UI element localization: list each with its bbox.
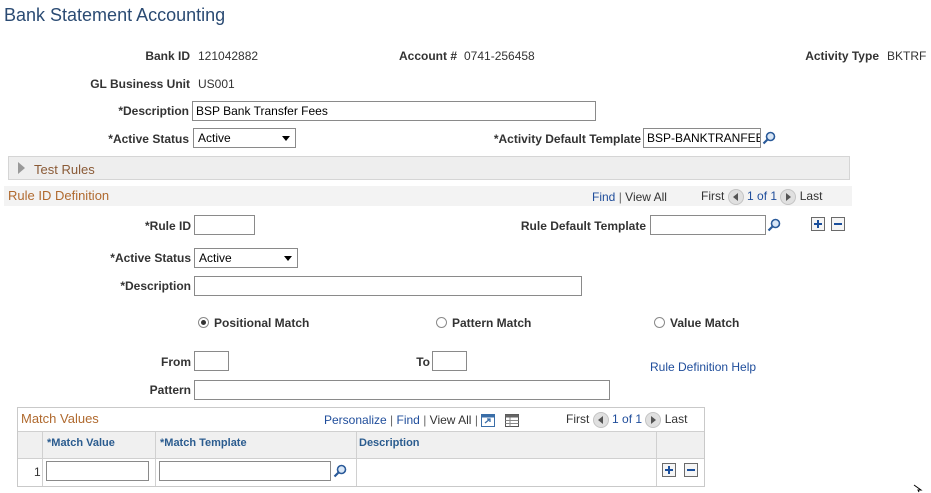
nav-separator: | <box>390 413 394 427</box>
gl-business-unit-value: US001 <box>198 77 235 91</box>
active-status-label: *Active Status <box>108 132 189 146</box>
page-title: Bank Statement Accounting <box>4 5 226 25</box>
prev-icon[interactable] <box>592 412 609 428</box>
pattern-match-radio[interactable] <box>436 317 447 328</box>
description-label: *Description <box>118 104 189 118</box>
from-field[interactable] <box>194 351 229 371</box>
nav-separator: | <box>474 413 478 427</box>
bank-id-label: Bank ID <box>145 49 190 63</box>
rule-description-label: *Description <box>120 279 191 293</box>
rule-range: 1 of 1 <box>747 189 778 204</box>
lookup-icon[interactable] <box>767 218 781 232</box>
match-template-field[interactable] <box>159 461 331 481</box>
download-grid-icon[interactable] <box>504 414 519 428</box>
rule-definition-help-link[interactable]: Rule Definition Help <box>650 360 756 374</box>
grid-divider <box>42 431 43 486</box>
description-field[interactable]: BSP Bank Transfer Fees <box>192 101 596 121</box>
rule-description-field[interactable] <box>194 276 582 296</box>
rule-section-title: Rule ID Definition <box>8 188 110 203</box>
account-value: 0741-256458 <box>464 49 535 63</box>
grid-range: 1 of 1 <box>612 412 643 427</box>
rule-active-status-select[interactable]: Active <box>194 248 298 268</box>
nav-separator: | <box>618 190 622 204</box>
rule-active-status-value: Active <box>199 251 232 265</box>
rule-last-label: Last <box>799 189 823 204</box>
rule-template-label: Rule Default Template <box>520 219 646 233</box>
nav-separator: | <box>423 413 427 427</box>
activity-type-value: BKTRF <box>887 49 927 63</box>
chevron-down-icon <box>284 256 292 261</box>
prev-icon[interactable] <box>727 189 744 205</box>
positional-match-radio[interactable] <box>198 317 209 328</box>
active-status-select[interactable]: Active <box>193 128 296 148</box>
pattern-label: Pattern <box>149 383 191 397</box>
rule-id-field[interactable] <box>194 215 255 235</box>
positional-match-label[interactable]: Positional Match <box>214 316 309 330</box>
rule-id-label: *Rule ID <box>144 219 191 233</box>
add-row-icon[interactable] <box>811 217 825 231</box>
col-description[interactable]: Description <box>359 437 420 449</box>
delete-row-icon[interactable] <box>831 217 845 231</box>
pattern-match-label[interactable]: Pattern Match <box>452 316 531 330</box>
activity-template-label: *Activity Default Template <box>493 132 641 146</box>
bank-id-value: 121042882 <box>198 49 259 63</box>
rule-find-link[interactable]: Find <box>592 190 615 204</box>
match-values-toolbar: Personalize | Find | View All | <box>324 413 519 428</box>
match-values-title: Match Values <box>21 411 99 426</box>
gl-business-unit-label: GL Business Unit <box>90 77 190 91</box>
activity-template-field[interactable]: BSP-BANKTRANFEE <box>643 128 761 148</box>
grid-pager: First 1 of 1 Last <box>566 412 687 428</box>
rule-first-label: First <box>701 189 725 204</box>
rule-section-nav: Find | View All <box>592 190 667 204</box>
personalize-link[interactable]: Personalize <box>324 413 387 427</box>
col-match-template[interactable]: *Match Template <box>160 437 247 449</box>
chevron-down-icon <box>282 136 290 141</box>
grid-divider <box>656 431 657 486</box>
test-rules-section[interactable]: Test Rules <box>8 156 850 180</box>
grid-divider <box>155 431 156 486</box>
next-icon[interactable] <box>645 412 662 428</box>
cursor-icon <box>913 484 923 493</box>
add-row-icon[interactable] <box>662 463 676 477</box>
grid-last-label: Last <box>664 412 688 427</box>
grid-find-link[interactable]: Find <box>397 413 420 427</box>
row-number: 1 <box>34 465 41 479</box>
from-label: From <box>161 355 191 369</box>
rule-view-all-link[interactable]: View All <box>625 190 667 204</box>
activity-type-label: Activity Type <box>805 49 879 63</box>
col-match-value[interactable]: *Match Value <box>47 437 115 449</box>
value-match-label[interactable]: Value Match <box>670 316 739 330</box>
rule-template-field[interactable] <box>650 215 766 235</box>
active-status-value: Active <box>198 131 231 145</box>
lookup-icon[interactable] <box>333 464 347 478</box>
rule-active-status-label: *Active Status <box>110 251 191 265</box>
to-field[interactable] <box>432 351 467 371</box>
zoom-grid-icon[interactable] <box>481 414 496 428</box>
match-value-field[interactable] <box>46 461 149 481</box>
expand-triangle-icon[interactable] <box>18 162 25 174</box>
grid-first-label: First <box>566 412 590 427</box>
value-match-radio[interactable] <box>654 317 665 328</box>
to-label: To <box>416 355 430 369</box>
grid-divider <box>356 431 357 486</box>
account-label: Account # <box>398 49 457 63</box>
pattern-field[interactable] <box>194 380 610 400</box>
lookup-icon[interactable] <box>762 131 776 145</box>
test-rules-label[interactable]: Test Rules <box>34 162 95 177</box>
delete-row-icon[interactable] <box>684 463 698 477</box>
next-icon[interactable] <box>780 189 797 205</box>
grid-view-all-link[interactable]: View All <box>430 413 472 427</box>
rule-pager: First 1 of 1 Last <box>701 189 822 205</box>
